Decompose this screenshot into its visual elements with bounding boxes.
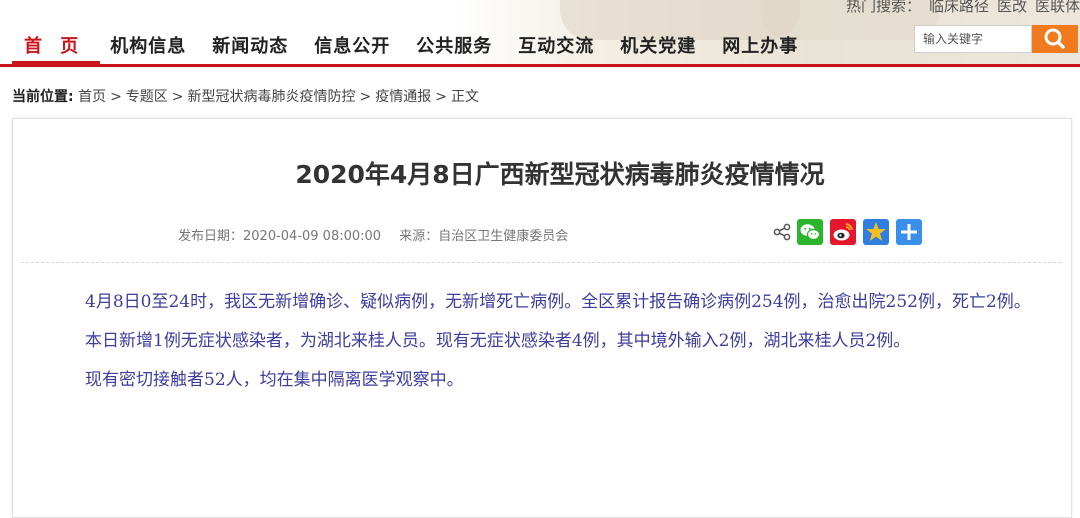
breadcrumb-separator: > <box>171 89 184 105</box>
nav-item-interaction[interactable]: 互动交流 <box>506 30 608 64</box>
breadcrumb-separator: > <box>110 89 122 105</box>
nav-item-home[interactable]: 首 页 <box>12 30 98 64</box>
breadcrumb: 当前位置: 首页 > 专题区 > 新型冠状病毒肺炎疫情防控 > 疫情通报 > 正文 <box>12 86 479 106</box>
site-header: 热门搜索： 临床路径 医改 医联体 首 页 机构信息 新闻动态 信息公开 公共服务 互… <box>0 0 1080 66</box>
content-divider <box>21 262 1061 263</box>
wechat-icon[interactable] <box>797 219 823 245</box>
nav-item-online-services[interactable]: 网上办事 <box>710 30 812 64</box>
nav-item-party-building[interactable]: 机关党建 <box>608 30 710 64</box>
more-icon[interactable] <box>896 219 922 245</box>
article-paragraph: 4月8日0至24时，我区无新增确诊、疑似病例，无新增死亡病例。全区累计报告确诊病… <box>85 292 1031 312</box>
hot-search: 热门搜索： 临床路径 医改 医联体 <box>846 0 1080 16</box>
weibo-icon[interactable] <box>830 219 856 245</box>
share-icon[interactable] <box>773 223 791 241</box>
hot-search-label: 热门搜索： <box>845 0 921 15</box>
article-paragraph: 现有密切接触者52人，均在集中隔离医学观察中。 <box>85 370 464 390</box>
search-button[interactable] <box>1032 25 1078 53</box>
nav-underline <box>0 64 1080 67</box>
hot-search-item[interactable]: 临床路径 <box>929 0 989 15</box>
breadcrumb-link-home[interactable]: 首页 <box>78 89 106 105</box>
publish-date: 发布日期：2020-04-09 08:00:00 <box>178 229 382 244</box>
article-paragraph: 本日新增1例无症状感染者，为湖北来桂人员。现有无症状感染者4例，其中境外输入2例… <box>85 331 911 351</box>
nav-active-indicator <box>12 61 100 66</box>
search-icon <box>1044 28 1065 49</box>
qzone-icon[interactable] <box>863 219 889 245</box>
breadcrumb-link-covid[interactable]: 新型冠状病毒肺炎疫情防控 <box>188 89 356 105</box>
breadcrumb-label: 当前位置: <box>12 89 74 105</box>
nav-item-public-services[interactable]: 公共服务 <box>404 30 506 64</box>
breadcrumb-link-bulletin[interactable]: 疫情通报 <box>375 89 431 105</box>
breadcrumb-separator: > <box>435 89 447 105</box>
hot-search-item[interactable]: 医联体 <box>1035 0 1080 15</box>
search-input[interactable] <box>914 25 1032 53</box>
article-title: 2020年4月8日广西新型冠状病毒肺炎疫情情况 <box>295 160 825 189</box>
nav-item-institutions[interactable]: 机构信息 <box>98 30 200 64</box>
article-body: 4月8日0至24时，我区无新增确诊、疑似病例，无新增死亡病例。全区累计报告确诊病… <box>45 286 1049 403</box>
share-bar <box>773 219 929 245</box>
breadcrumb-current: 正文 <box>451 89 479 105</box>
article-panel: 2020年4月8日广西新型冠状病毒肺炎疫情情况 发布日期：2020-04-09 … <box>12 118 1072 518</box>
breadcrumb-separator: > <box>359 89 372 105</box>
main-nav: 首 页 机构信息 新闻动态 信息公开 公共服务 互动交流 机关党建 网上办事 <box>12 30 812 64</box>
nav-item-disclosure[interactable]: 信息公开 <box>302 30 404 64</box>
article-source: 来源：自治区卫生健康委员会 <box>399 229 569 244</box>
breadcrumb-link-topics[interactable]: 专题区 <box>126 89 168 105</box>
hot-search-item[interactable]: 医改 <box>997 0 1027 15</box>
article-meta: 发布日期：2020-04-09 08:00:00 来源：自治区卫生健康委员会 <box>178 225 582 244</box>
nav-item-news[interactable]: 新闻动态 <box>200 30 302 64</box>
